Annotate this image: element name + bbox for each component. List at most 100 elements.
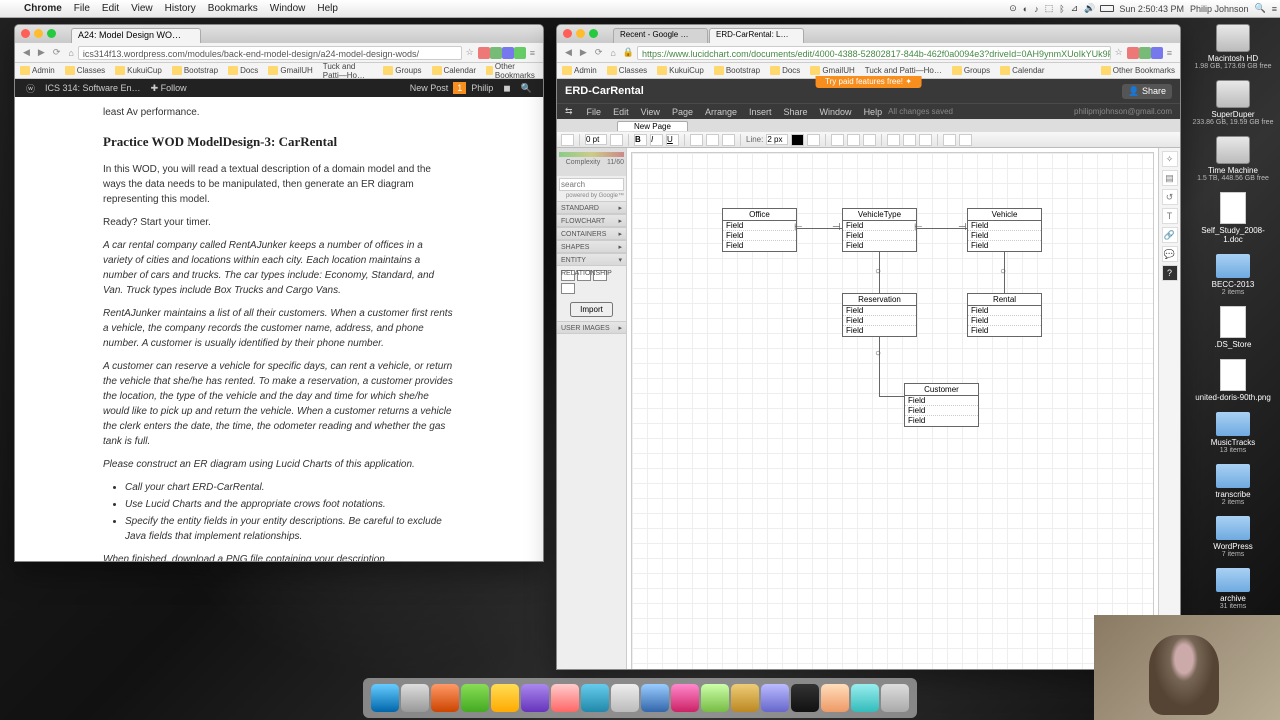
- desktop-folder[interactable]: MusicTracks13 items: [1192, 412, 1274, 454]
- wp-avatar-icon[interactable]: ◼: [498, 83, 515, 94]
- align-left-icon[interactable]: [690, 134, 703, 146]
- bookmark[interactable]: Admin: [15, 66, 60, 75]
- line-style-icon[interactable]: [807, 134, 820, 146]
- bookmark-star-icon[interactable]: ☆: [462, 47, 478, 58]
- desktop-folder[interactable]: transcribe2 items: [1192, 464, 1274, 506]
- italic-icon[interactable]: I: [650, 134, 663, 146]
- bookmark[interactable]: KukuiCup: [110, 66, 167, 75]
- dock-app[interactable]: [671, 684, 699, 712]
- history-icon[interactable]: ↺: [1162, 189, 1178, 205]
- menu-page[interactable]: Page: [666, 107, 699, 117]
- wp-user[interactable]: Philip: [466, 83, 498, 93]
- dock-app[interactable]: [551, 684, 579, 712]
- user-email[interactable]: philipmjohnson@gmail.com: [1074, 107, 1172, 116]
- desktop-file[interactable]: Self_Study_2008-1.doc: [1192, 192, 1274, 244]
- dock-app[interactable]: [491, 684, 519, 712]
- navigator-icon[interactable]: ✧: [1162, 151, 1178, 167]
- document-title[interactable]: ERD-CarRental: [565, 85, 644, 97]
- dock-app[interactable]: [701, 684, 729, 712]
- extension-icon[interactable]: [478, 47, 490, 59]
- dock-trash[interactable]: [881, 684, 909, 712]
- tool-icon[interactable]: [959, 134, 972, 146]
- wp-new-post[interactable]: New Post: [405, 83, 454, 93]
- pencil-icon[interactable]: [561, 134, 574, 146]
- extension-icon[interactable]: [1151, 47, 1163, 59]
- er-shape[interactable]: [561, 283, 575, 294]
- menu-icon[interactable]: ≡: [526, 48, 539, 58]
- bookmark[interactable]: Groups: [378, 66, 426, 75]
- reload-button[interactable]: ⟳: [49, 47, 65, 58]
- entity-vehicletype[interactable]: VehicleType FieldFieldField: [842, 208, 917, 252]
- dock-app[interactable]: [431, 684, 459, 712]
- menu-file[interactable]: File: [68, 3, 96, 14]
- status-icon[interactable]: ♪: [1031, 4, 1042, 14]
- link-icon[interactable]: 🔗: [1162, 227, 1178, 243]
- desktop-folder[interactable]: WordPress7 items: [1192, 516, 1274, 558]
- menu-insert[interactable]: Insert: [743, 107, 778, 117]
- bookmark[interactable]: Docs: [765, 66, 805, 75]
- bookmark[interactable]: Calendar: [995, 66, 1049, 75]
- spotlight-icon[interactable]: 🔍: [1252, 3, 1269, 14]
- arrow-start-icon[interactable]: [831, 134, 844, 146]
- forward-button[interactable]: ▶: [34, 47, 49, 58]
- category-shapes[interactable]: SHAPES: [557, 240, 626, 253]
- dropbox-icon[interactable]: ⬚: [1042, 3, 1057, 14]
- menu-edit[interactable]: Edit: [607, 107, 635, 117]
- connector-icon[interactable]: [903, 134, 916, 146]
- zoom-window[interactable]: [589, 29, 598, 38]
- menu-edit[interactable]: Edit: [96, 3, 125, 14]
- home-button[interactable]: ⌂: [64, 48, 77, 58]
- app-switch-icon[interactable]: ⇆: [565, 106, 581, 117]
- align-center-icon[interactable]: [706, 134, 719, 146]
- menu-window[interactable]: Window: [264, 3, 312, 14]
- category-standard[interactable]: STANDARD: [557, 201, 626, 214]
- menu-help[interactable]: Help: [858, 107, 889, 117]
- bookmark[interactable]: Docs: [223, 66, 263, 75]
- help-icon[interactable]: ?: [1162, 265, 1178, 281]
- menu-help[interactable]: Help: [311, 3, 344, 14]
- import-button[interactable]: Import: [570, 302, 613, 317]
- volume-icon[interactable]: 🔊: [1081, 3, 1098, 14]
- desktop-file[interactable]: .DS_Store: [1192, 306, 1274, 349]
- entity-office[interactable]: Office FieldFieldField: [722, 208, 797, 252]
- wifi-icon[interactable]: ⊿: [1068, 3, 1082, 14]
- comment-icon[interactable]: 💬: [1162, 246, 1178, 262]
- bookmark[interactable]: GmailUH: [263, 66, 317, 75]
- font-color-icon[interactable]: [610, 134, 623, 146]
- menu-history[interactable]: History: [159, 3, 202, 14]
- line-color-icon[interactable]: [791, 134, 804, 146]
- back-button[interactable]: ◀: [19, 47, 34, 58]
- desktop-drive[interactable]: Time Machine1.5 TB, 448.56 GB free: [1192, 136, 1274, 182]
- bookmark[interactable]: KukuiCup: [652, 66, 709, 75]
- status-icon[interactable]: ⊙: [1006, 3, 1020, 14]
- dock-app[interactable]: [731, 684, 759, 712]
- dock-app[interactable]: [611, 684, 639, 712]
- share-button[interactable]: 👤 Share: [1122, 84, 1172, 99]
- dock-app[interactable]: [581, 684, 609, 712]
- entity-vehicle[interactable]: Vehicle FieldFieldField: [967, 208, 1042, 252]
- bookmark-star-icon[interactable]: ☆: [1111, 47, 1127, 58]
- extension-icon[interactable]: [1139, 47, 1151, 59]
- page-tab[interactable]: New Page: [617, 121, 688, 131]
- wp-logo-icon[interactable]: ⓦ: [21, 82, 40, 95]
- clipboard-icon[interactable]: ▤: [1162, 170, 1178, 186]
- category-user-images[interactable]: USER IMAGES: [557, 321, 626, 334]
- relationship-line[interactable]: [879, 396, 904, 397]
- dock-app[interactable]: [521, 684, 549, 712]
- arrow-end-icon[interactable]: [863, 134, 876, 146]
- desktop-folder[interactable]: archive31 items: [1192, 568, 1274, 610]
- dock-app[interactable]: [401, 684, 429, 712]
- align-right-icon[interactable]: [722, 134, 735, 146]
- dock-app[interactable]: [761, 684, 789, 712]
- clock[interactable]: Sun 2:50:43 PM: [1116, 4, 1187, 14]
- menu-view[interactable]: View: [125, 3, 159, 14]
- wp-site[interactable]: ICS 314: Software En…: [40, 83, 146, 93]
- underline-icon[interactable]: U: [666, 134, 679, 146]
- other-bookmarks[interactable]: Other Bookmarks: [481, 62, 543, 80]
- text-icon[interactable]: T: [1162, 208, 1178, 224]
- address-bar[interactable]: https://www.lucidchart.com/documents/edi…: [637, 46, 1111, 60]
- bookmark[interactable]: Classes: [60, 66, 110, 75]
- zoom-window[interactable]: [47, 29, 56, 38]
- wp-notif[interactable]: 1: [453, 82, 466, 94]
- menu-share[interactable]: Share: [778, 107, 814, 117]
